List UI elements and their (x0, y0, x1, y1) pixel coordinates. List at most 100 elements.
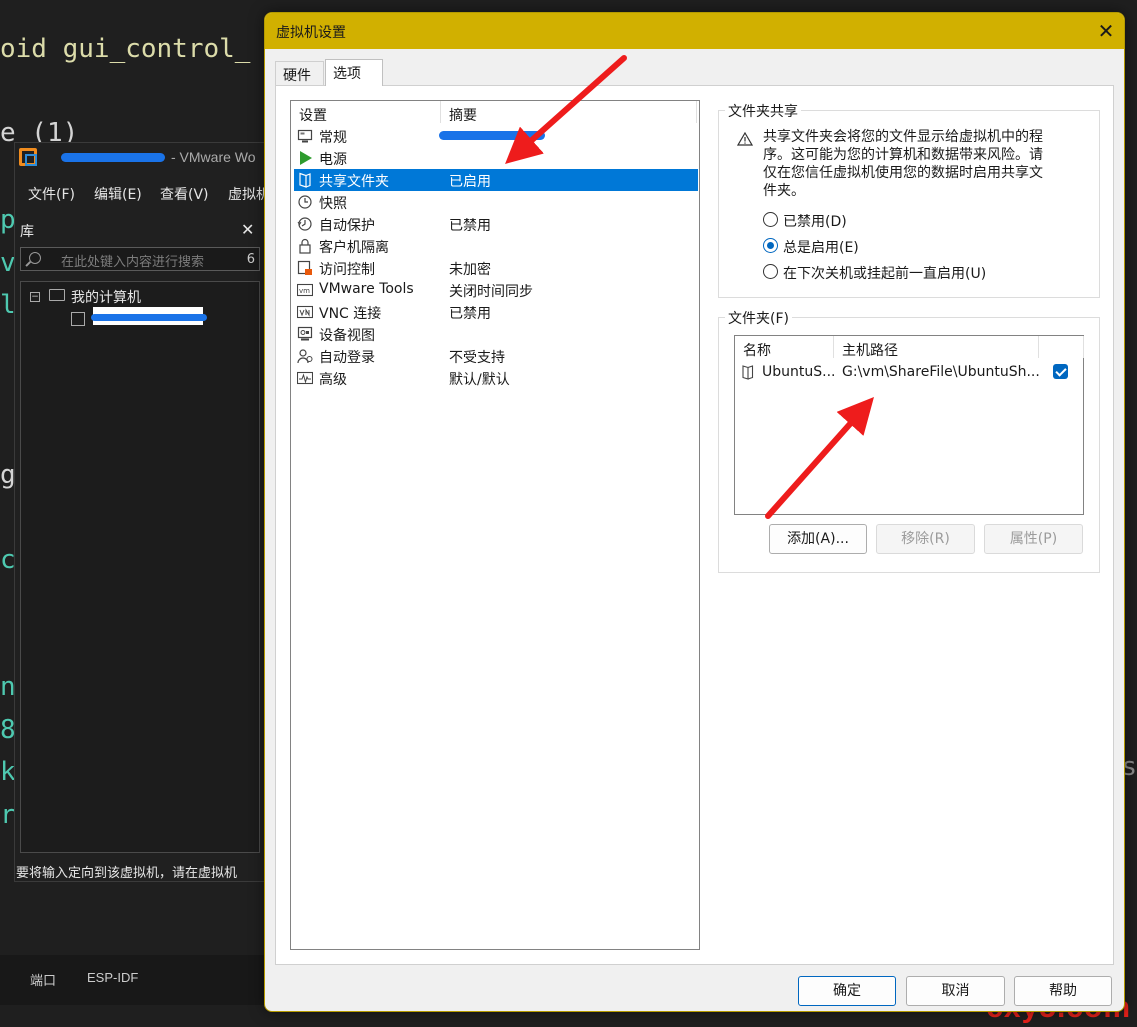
column-name[interactable]: 名称 (743, 340, 771, 360)
header-setting[interactable]: 设置 (299, 105, 327, 125)
warning-icon (737, 132, 753, 146)
column-divider (696, 101, 697, 123)
code-line: oid gui_control_ (0, 34, 251, 64)
option-name: VNC 连接 (319, 306, 382, 322)
close-icon[interactable]: ✕ (1094, 19, 1118, 43)
tab-options[interactable]: 选项 (325, 59, 383, 86)
option-row-shared-folders[interactable]: 共享文件夹 已启用 (294, 169, 698, 191)
tree-item-my-computer[interactable]: 我的计算机 (71, 287, 141, 307)
option-row-autologin[interactable]: 自动登录 不受支持 (294, 345, 698, 367)
folder-properties-button[interactable]: 属性(P) (984, 524, 1083, 554)
table-row[interactable]: UbuntuS... G:\vm\ShareFile\UbuntuSh... (735, 360, 1083, 384)
option-row-advanced[interactable]: 高级 默认/默认 (294, 367, 698, 389)
options-list-header: 设置 摘要 (291, 101, 699, 125)
option-name: VMware Tools (319, 281, 414, 297)
column-divider (1038, 336, 1039, 358)
cancel-button[interactable]: 取消 (906, 976, 1005, 1006)
option-name: 共享文件夹 (319, 174, 389, 190)
autoprotect-icon (297, 217, 312, 231)
column-host-path[interactable]: 主机路径 (842, 340, 898, 360)
radio-button[interactable] (763, 264, 778, 279)
option-row-vmware-tools[interactable]: vm VMware Tools 关闭时间同步 (294, 279, 698, 301)
option-summary: 默认/默认 (449, 372, 510, 388)
option-row-snapshots[interactable]: 快照 (294, 191, 698, 213)
option-name: 客户机隔离 (319, 240, 389, 256)
computer-icon (49, 289, 65, 301)
option-name: 自动保护 (319, 218, 375, 234)
library-title: 库 (20, 224, 34, 240)
vmware-logo-icon (19, 148, 37, 166)
column-divider (833, 336, 834, 358)
collapse-icon[interactable]: − (30, 292, 40, 302)
add-folder-button[interactable]: 添加(A)... (769, 524, 867, 554)
sharing-warning-text: 共享文件夹会将您的文件显示给虚拟机中的程序。这可能为您的计算机和数据带来风险。请… (763, 129, 1043, 199)
option-name: 访问控制 (319, 262, 375, 278)
redaction-mark (439, 131, 545, 140)
folder-sharing-group: 文件夹共享 共享文件夹会将您的文件显示给虚拟机中的程序。这可能为您的计算机和数据… (718, 101, 1100, 298)
options-tab-page: 设置 摘要 常规 电源 共享文件夹 已启用 快照 自动保护 已禁用 客户机隔离 … (275, 85, 1114, 965)
option-row-power[interactable]: 电源 (294, 147, 698, 169)
option-row-autoprotect[interactable]: 自动保护 已禁用 (294, 213, 698, 235)
radio-label: 总是启用(E) (783, 240, 859, 256)
search-icon (29, 252, 41, 264)
vm-settings-dialog: 虚拟机设置 ✕ 硬件 选项 设置 摘要 常规 电源 共享文件夹 已启用 快照 自… (264, 12, 1125, 1012)
folder-name: UbuntuS... (762, 364, 836, 380)
shared-folders-table: 名称 主机路径 UbuntuS... G:\vm\ShareFile\Ubunt… (734, 335, 1084, 515)
folder-enabled-checkbox[interactable] (1053, 364, 1068, 379)
shared-folder-icon (299, 172, 311, 188)
status-ports[interactable]: 端口 (30, 970, 56, 989)
header-summary[interactable]: 摘要 (449, 105, 477, 125)
help-button[interactable]: 帮助 (1014, 976, 1112, 1006)
option-row-device-view[interactable]: 设备视图 (294, 323, 698, 345)
options-list: 设置 摘要 常规 电源 共享文件夹 已启用 快照 自动保护 已禁用 客户机隔离 … (290, 100, 700, 950)
column-divider (440, 101, 441, 123)
group-label: 文件夹共享 (725, 101, 801, 121)
svg-text:vm: vm (299, 287, 310, 295)
search-placeholder: 在此处键入内容进行搜索 (61, 255, 205, 270)
redaction-mark (91, 314, 207, 321)
vmware-main-window: - VMware Wo 文件(F) 编辑(E) 查看(V) 虚拟机 库 ✕ 在此… (14, 142, 270, 882)
option-name: 自动登录 (319, 350, 375, 366)
vmware-menubar: 文件(F) 编辑(E) 查看(V) 虚拟机 (15, 177, 270, 207)
column-divider (1083, 336, 1084, 358)
radio-label: 已禁用(D) (783, 214, 847, 230)
library-close-icon[interactable]: ✕ (241, 220, 254, 239)
power-icon (300, 151, 312, 165)
option-summary: 未加密 (449, 262, 491, 278)
autologin-icon (297, 349, 313, 364)
option-summary: 已禁用 (449, 218, 491, 234)
menu-file[interactable]: 文件(F) (28, 184, 75, 204)
library-search-input[interactable]: 在此处键入内容进行搜索 6 (20, 247, 260, 271)
vmware-tools-icon: vm (297, 283, 313, 297)
option-summary: 已禁用 (449, 306, 491, 322)
option-row-access-control[interactable]: 访问控制 未加密 (294, 257, 698, 279)
tab-hardware[interactable]: 硬件 (275, 61, 324, 85)
folders-group: 文件夹(F) 名称 主机路径 UbuntuS... G:\vm\ShareFil… (718, 308, 1100, 573)
menu-edit[interactable]: 编辑(E) (94, 184, 142, 204)
option-summary: 关闭时间同步 (449, 284, 533, 300)
general-icon (297, 129, 313, 143)
device-view-icon (297, 326, 313, 341)
option-row-guest-isolation[interactable]: 客户机隔离 (294, 235, 698, 257)
vmware-status-bar: 要将输入定向到该虚拟机，请在虚拟机 (16, 866, 238, 881)
search-count: 6 (246, 252, 255, 267)
status-esp-idf[interactable]: ESP-IDF (87, 970, 138, 985)
group-label: 文件夹(F) (725, 308, 792, 328)
option-name: 高级 (319, 372, 347, 388)
vmware-title: - VMware Wo (171, 149, 256, 165)
remove-folder-button[interactable]: 移除(R) (876, 524, 975, 554)
dialog-title: 虚拟机设置 (276, 25, 346, 41)
vnc-icon (297, 305, 313, 319)
option-name: 常规 (319, 130, 347, 146)
folder-host-path: G:\vm\ShareFile\UbuntuSh... (842, 364, 1040, 380)
library-tree: − 我的计算机 (20, 281, 260, 853)
snapshot-icon (298, 195, 312, 209)
ok-button[interactable]: 确定 (798, 976, 896, 1006)
redaction-mark (61, 153, 165, 162)
radio-button[interactable] (763, 238, 778, 253)
menu-view[interactable]: 查看(V) (160, 184, 209, 204)
radio-button[interactable] (763, 212, 778, 227)
table-header: 名称 主机路径 (735, 336, 1084, 360)
option-name: 快照 (319, 196, 347, 212)
option-row-vnc[interactable]: VNC 连接 已禁用 (294, 301, 698, 323)
